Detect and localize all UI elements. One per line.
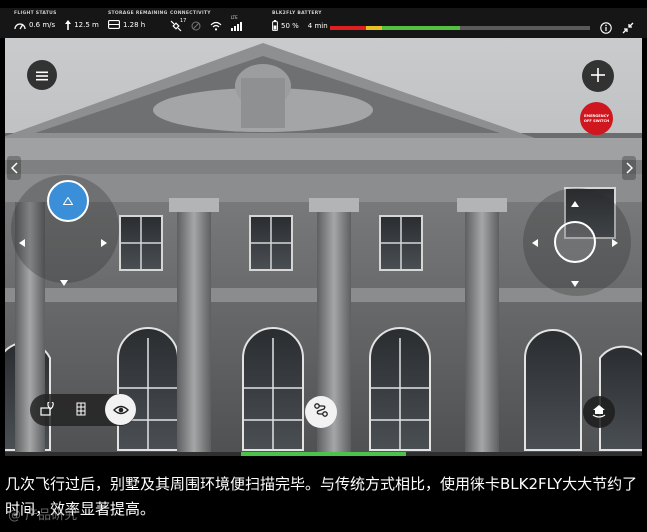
storage-icon xyxy=(108,20,120,29)
battery-bar-green xyxy=(381,26,460,30)
lte-signal-icon: LTE xyxy=(231,15,243,31)
chevron-left-icon xyxy=(10,159,18,178)
info-button[interactable] xyxy=(600,19,612,34)
right-joystick-knob[interactable] xyxy=(554,221,596,263)
connectivity-section: CONNECTIVITY 17 LTE xyxy=(170,11,243,32)
watermark: @ 产品研究 xyxy=(8,508,78,523)
battery-percent: 50 % xyxy=(281,21,299,30)
caption-text: 几次飞行过后，别墅及其周围环境便扫描完毕。与传统方式相比，使用徕卡BLK2FLY… xyxy=(5,475,638,518)
scan-progress-bar xyxy=(5,452,642,456)
info-icon xyxy=(600,19,612,38)
left-joystick-down-arrow xyxy=(60,280,68,286)
battery-icon xyxy=(272,20,278,31)
collapse-button[interactable] xyxy=(622,19,634,34)
flight-status-section: FLIGHT STATUS 0.6 m/s 12.5 m xyxy=(14,11,99,30)
battery-level-bar xyxy=(330,26,590,30)
map-pin-icon xyxy=(40,400,54,420)
map-pin-button[interactable] xyxy=(31,394,63,426)
emergency-off-switch[interactable]: EMERGENCY OFF SWITCH xyxy=(580,102,613,135)
camera-feed[interactable]: EMERGENCY OFF SWITCH xyxy=(5,38,642,452)
route-button[interactable] xyxy=(305,396,337,428)
satellite-count: 17 xyxy=(180,18,187,24)
battery-label: BLK2FLY BATTERY xyxy=(272,11,322,16)
left-joystick-knob[interactable] xyxy=(47,180,89,222)
altitude-arrow-icon xyxy=(65,20,72,30)
view-toggle-button[interactable] xyxy=(105,394,136,425)
screen: FLIGHT STATUS 0.6 m/s 12.5 m STORAGE REM… xyxy=(0,0,647,532)
previous-view-button[interactable] xyxy=(7,156,21,180)
menu-button[interactable] xyxy=(27,60,57,90)
right-joystick-left-arrow xyxy=(532,239,538,247)
status-bar: FLIGHT STATUS 0.6 m/s 12.5 m STORAGE REM… xyxy=(0,8,647,38)
eye-icon xyxy=(112,400,129,419)
right-joystick-right-arrow xyxy=(612,239,618,247)
grid-scan-button[interactable] xyxy=(65,394,97,426)
left-joystick-right-arrow xyxy=(101,239,107,247)
battery-time: 4 min xyxy=(307,21,328,30)
flight-status-label: FLIGHT STATUS xyxy=(14,11,57,16)
chevron-right-icon xyxy=(625,159,633,178)
speed-value: 0.6 m/s xyxy=(29,21,56,29)
return-home-icon xyxy=(591,403,607,422)
battery-section: BLK2FLY BATTERY 50 % 4 min xyxy=(272,11,328,31)
disabled-icon xyxy=(191,21,201,31)
add-button[interactable] xyxy=(582,60,614,92)
satellite-icon: 17 xyxy=(170,18,186,32)
lte-label: LTE xyxy=(231,15,238,20)
left-joystick-left-arrow xyxy=(19,239,25,247)
storage-section: STORAGE REMAINING 1.28 h xyxy=(108,11,168,29)
return-home-button[interactable] xyxy=(583,396,615,428)
grid-scan-icon xyxy=(75,401,87,420)
scan-progress-fill xyxy=(240,452,407,456)
storage-value: 1.28 h xyxy=(123,20,146,29)
bottom-toolbar xyxy=(30,394,136,426)
right-joystick-up-arrow xyxy=(571,201,579,207)
next-view-button[interactable] xyxy=(622,156,636,180)
hamburger-icon xyxy=(36,66,48,85)
plus-icon xyxy=(591,67,605,86)
storage-label: STORAGE REMAINING xyxy=(108,11,168,16)
emergency-label-line2: OFF SWITCH xyxy=(583,118,610,123)
collapse-icon xyxy=(622,19,634,38)
battery-bar-yellow xyxy=(366,26,382,30)
altitude-value: 12.5 m xyxy=(74,21,99,29)
right-joystick-down-arrow xyxy=(571,281,579,287)
battery-bar-red xyxy=(330,26,367,30)
route-icon xyxy=(313,402,329,422)
speedometer-icon xyxy=(14,21,26,30)
wifi-icon xyxy=(210,21,222,31)
